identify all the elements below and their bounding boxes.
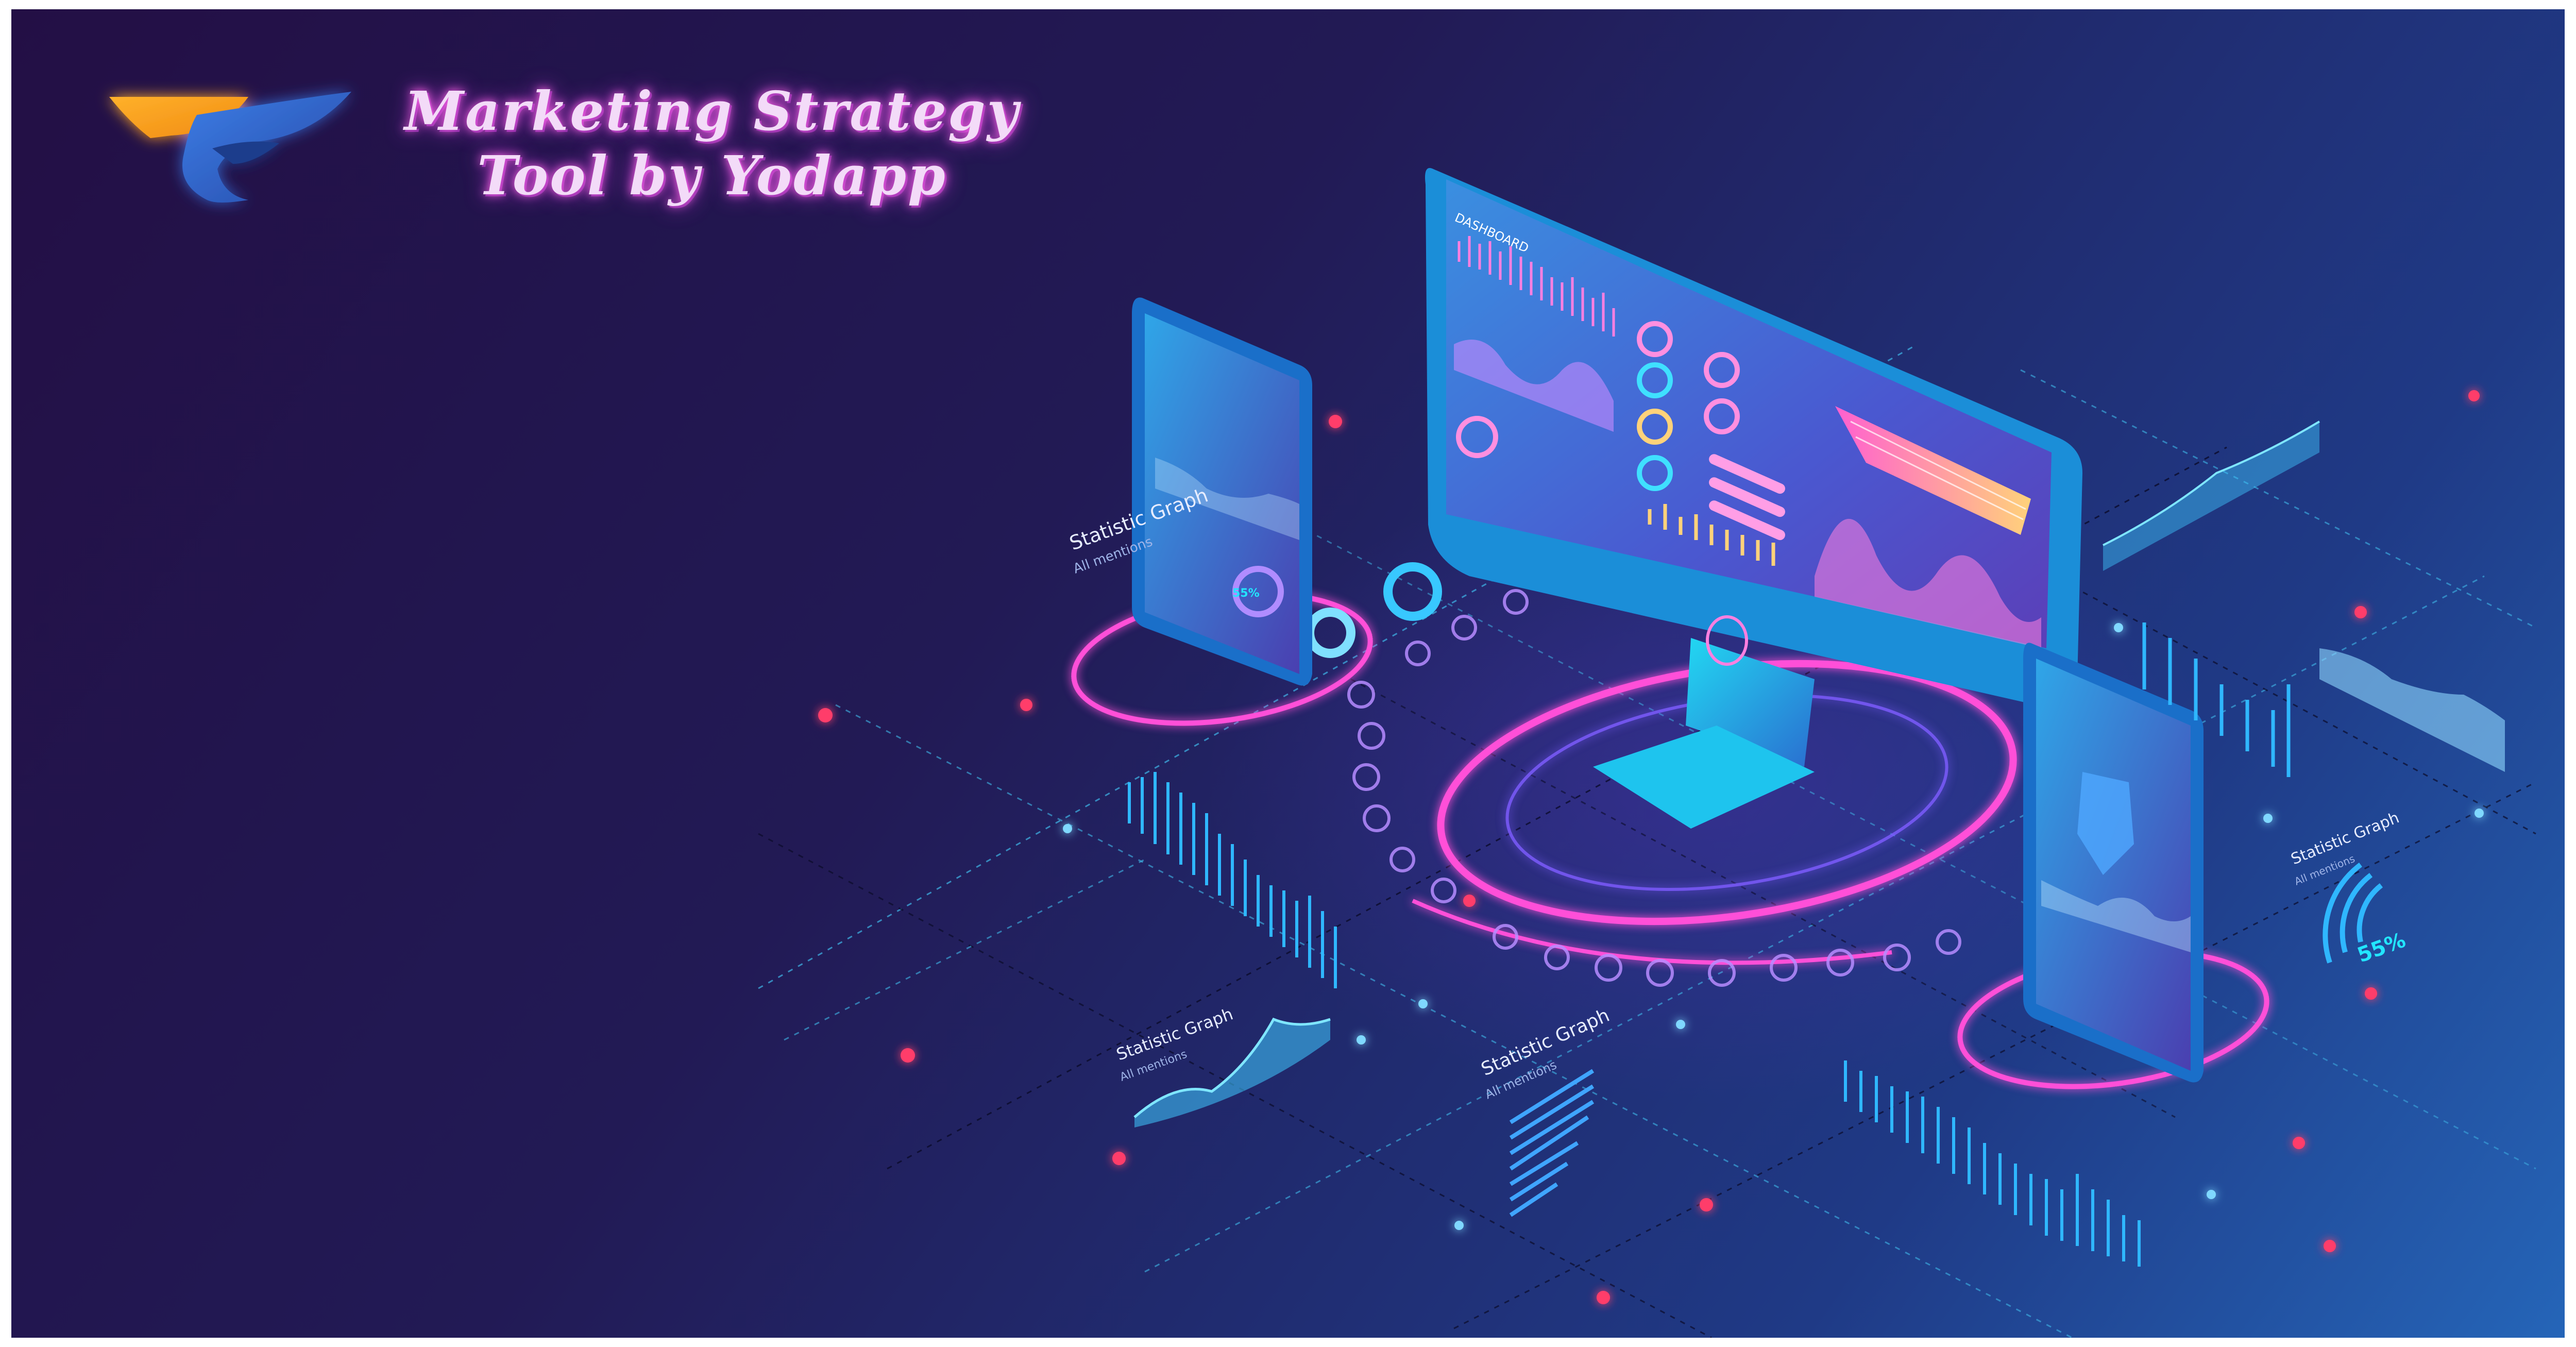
monitor: DASHBOARD — [1425, 168, 2082, 706]
phone-gauge-value: 55% — [1232, 587, 1260, 600]
ring-icons — [1305, 562, 1442, 658]
cyan-bar-chart-left — [1128, 772, 1337, 988]
right-phone — [2023, 643, 2204, 1083]
hero-canvas: Marketing Strategy Tool by Yodapp DASHBO… — [11, 9, 2565, 1338]
left-phone — [1132, 297, 1312, 686]
cyan-bar-chart-bottom — [1844, 1060, 2141, 1267]
isometric-dashboard-illustration: DASHBOARD 55% Statistic Graph All mentio… — [758, 168, 2536, 1338]
gauge-value: 55% — [2354, 928, 2409, 967]
horizontal-bar-chart — [1509, 1069, 1595, 1217]
